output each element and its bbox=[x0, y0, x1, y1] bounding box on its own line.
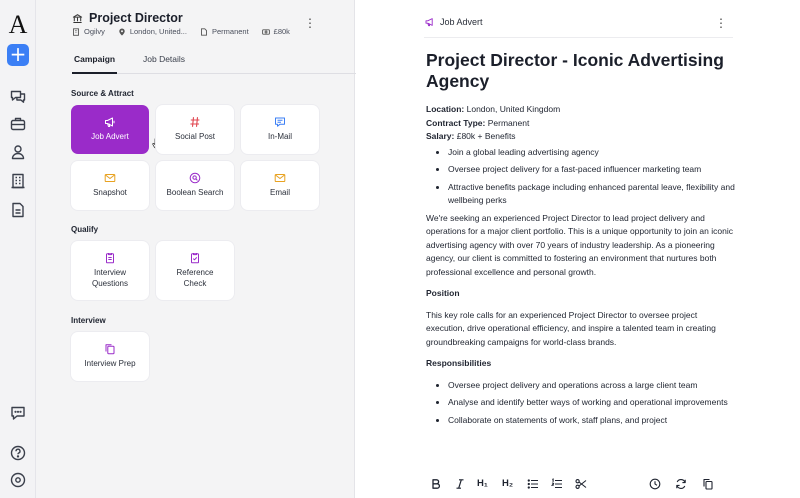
app-logo[interactable]: A bbox=[8, 12, 28, 38]
card-label: Social Post bbox=[174, 132, 216, 142]
tab-campaign[interactable]: Campaign bbox=[71, 54, 118, 74]
card-label: Snapshot bbox=[93, 188, 127, 198]
scroll-fade bbox=[356, 440, 800, 470]
bank-icon bbox=[72, 13, 83, 23]
message-icon bbox=[275, 117, 285, 127]
card-label: Interview Questions bbox=[91, 268, 129, 288]
card-email[interactable]: Email bbox=[241, 161, 319, 210]
money-icon bbox=[261, 28, 270, 35]
feedback-icon[interactable] bbox=[9, 404, 27, 422]
search-circle-icon bbox=[189, 172, 201, 184]
tab-job-details[interactable]: Job Details bbox=[143, 54, 185, 64]
section-interview: Interview bbox=[71, 316, 106, 325]
intro-paragraph: We're seeking an experienced Project Dir… bbox=[426, 212, 733, 277]
card-job-advert[interactable]: Job Advert bbox=[71, 105, 149, 154]
building-icon[interactable] bbox=[9, 172, 27, 190]
history-icon[interactable] bbox=[649, 478, 661, 490]
bold-icon[interactable] bbox=[430, 478, 442, 490]
card-social-post[interactable]: Social Post bbox=[156, 105, 234, 154]
scissors-icon[interactable] bbox=[575, 478, 587, 490]
card-label: Email bbox=[269, 188, 290, 198]
doc-contract: Contract Type: Permanent bbox=[426, 117, 530, 128]
hash-icon bbox=[190, 117, 200, 128]
clipboard-check-icon bbox=[191, 253, 199, 264]
list-item: Attractive benefits package including en… bbox=[426, 181, 736, 208]
section-source-attract: Source & Attract bbox=[71, 89, 134, 98]
editor-toolbar: H₁ H₂ bbox=[356, 470, 800, 498]
italic-icon[interactable] bbox=[454, 478, 466, 490]
card-reference-check[interactable]: Reference Check bbox=[156, 241, 234, 300]
heading1-button[interactable]: H₁ bbox=[477, 478, 488, 490]
card-label: Job Advert bbox=[91, 132, 129, 142]
heading2-button[interactable]: H₂ bbox=[502, 478, 513, 490]
icon-rail: A + bbox=[0, 0, 36, 498]
list-item: Analyse and identify better ways of work… bbox=[426, 396, 736, 410]
clipboard-icon bbox=[106, 253, 114, 264]
card-label: In-Mail bbox=[267, 132, 292, 142]
help-icon[interactable] bbox=[9, 444, 27, 462]
list-item: Join a global leading advertising agency bbox=[426, 146, 736, 160]
doc-salary: Salary: £80k + Benefits bbox=[426, 131, 516, 141]
card-label: Reference Check bbox=[176, 268, 214, 288]
card-in-mail[interactable]: In-Mail bbox=[241, 105, 319, 154]
position-heading: Position bbox=[426, 288, 460, 298]
regenerate-icon[interactable] bbox=[675, 478, 687, 490]
responsibilities-heading: Responsibilities bbox=[426, 358, 492, 368]
document-icon[interactable] bbox=[9, 201, 27, 219]
doc-title: Project Director - Iconic Advertising Ag… bbox=[426, 50, 724, 91]
job-meta: Ogilvy London, United... Permanent £80k bbox=[72, 27, 290, 36]
settings-icon[interactable] bbox=[9, 471, 27, 489]
new-button[interactable]: + bbox=[7, 44, 29, 66]
doc-header-label: Job Advert bbox=[440, 17, 483, 27]
card-label: Boolean Search bbox=[166, 188, 224, 198]
divider bbox=[424, 37, 733, 38]
card-snapshot[interactable]: Snapshot bbox=[71, 161, 149, 210]
doc-more-menu-icon[interactable]: ⋮ bbox=[715, 17, 727, 29]
list-item: Oversee project delivery for a fast-pace… bbox=[426, 163, 736, 177]
job-company: Ogilvy bbox=[84, 27, 105, 36]
card-interview-questions[interactable]: Interview Questions bbox=[71, 241, 149, 300]
position-paragraph: This key role calls for an experienced P… bbox=[426, 309, 716, 347]
megaphone-icon bbox=[425, 18, 433, 27]
section-qualify: Qualify bbox=[71, 225, 99, 234]
doc-header: Job Advert bbox=[425, 17, 483, 27]
card-boolean-search[interactable]: Boolean Search bbox=[156, 161, 234, 210]
job-location: London, United... bbox=[129, 27, 187, 36]
mail-icon bbox=[104, 174, 116, 183]
campaign-panel: Project Director Ogilvy London, United..… bbox=[36, 0, 356, 498]
doc-location: Location: London, United Kingdom bbox=[426, 104, 561, 114]
list-item: Oversee project delivery and operations … bbox=[426, 379, 736, 393]
megaphone-icon bbox=[105, 117, 115, 128]
copy-icon[interactable] bbox=[702, 478, 714, 490]
briefcase-icon[interactable] bbox=[9, 115, 27, 133]
bullet-list-icon[interactable] bbox=[527, 478, 539, 490]
job-advert-document[interactable]: Project Director - Iconic Advertising Ag… bbox=[426, 50, 736, 431]
user-icon[interactable] bbox=[9, 143, 27, 161]
job-contract: Permanent bbox=[211, 27, 249, 36]
panel-tabs: Campaign Job Details bbox=[71, 52, 356, 74]
job-title: Project Director bbox=[89, 11, 183, 25]
building-icon bbox=[73, 27, 79, 36]
list-item: Collaborate on statements of work, staff… bbox=[426, 414, 736, 428]
numbered-list-icon[interactable] bbox=[551, 478, 563, 490]
copy-icon bbox=[105, 344, 115, 355]
card-interview-prep[interactable]: Interview Prep bbox=[71, 332, 149, 381]
chat-icon[interactable] bbox=[9, 87, 27, 105]
job-more-menu-icon[interactable]: ⋮ bbox=[304, 17, 316, 29]
highlights-list: Join a global leading advertising agency… bbox=[426, 146, 736, 208]
card-label: Interview Prep bbox=[84, 359, 136, 369]
location-pin-icon bbox=[119, 28, 125, 35]
file-icon bbox=[201, 27, 207, 36]
job-salary: £80k bbox=[273, 27, 290, 36]
job-title-row: Project Director bbox=[72, 11, 183, 25]
mail-icon bbox=[274, 174, 286, 183]
responsibilities-list: Oversee project delivery and operations … bbox=[426, 379, 736, 428]
